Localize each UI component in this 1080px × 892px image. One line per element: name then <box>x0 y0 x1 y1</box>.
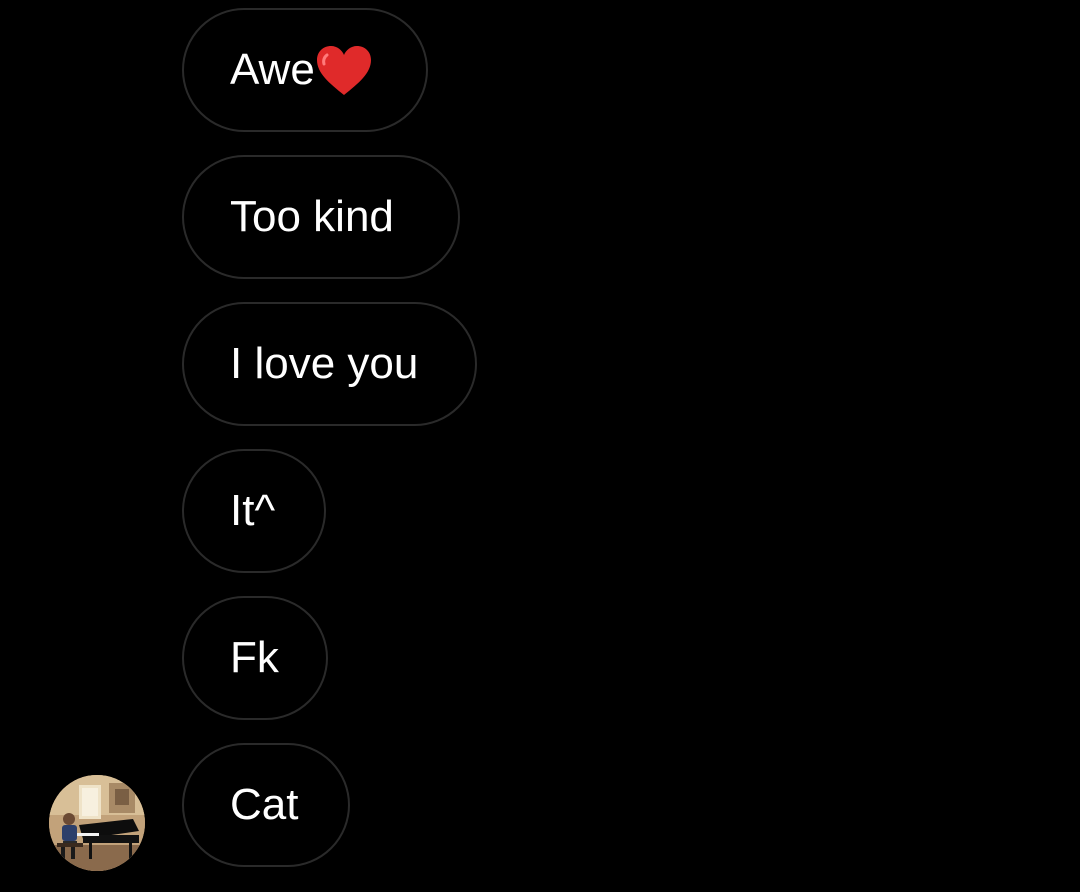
message-text: I love you <box>230 339 419 388</box>
message-text: Awe <box>230 45 315 94</box>
message-text: It^ <box>230 486 276 535</box>
message-bubble-cat[interactable]: Cat <box>182 743 350 867</box>
sender-avatar[interactable] <box>49 775 145 871</box>
message-thread: Awe Too kind I love you It^ Fk Cat <box>0 0 1080 892</box>
message-bubble-awe[interactable]: Awe <box>182 8 428 132</box>
heart-emoji-icon <box>316 46 371 95</box>
profile-photo-piano-icon <box>49 775 145 871</box>
message-bubble-fk[interactable]: Fk <box>182 596 328 720</box>
message-bubble-it[interactable]: It^ <box>182 449 326 573</box>
message-text: Too kind <box>230 192 394 241</box>
message-bubble-i-love-you[interactable]: I love you <box>182 302 477 426</box>
message-text: Fk <box>230 633 279 682</box>
message-text: Cat <box>230 780 299 829</box>
message-bubble-too-kind[interactable]: Too kind <box>182 155 460 279</box>
